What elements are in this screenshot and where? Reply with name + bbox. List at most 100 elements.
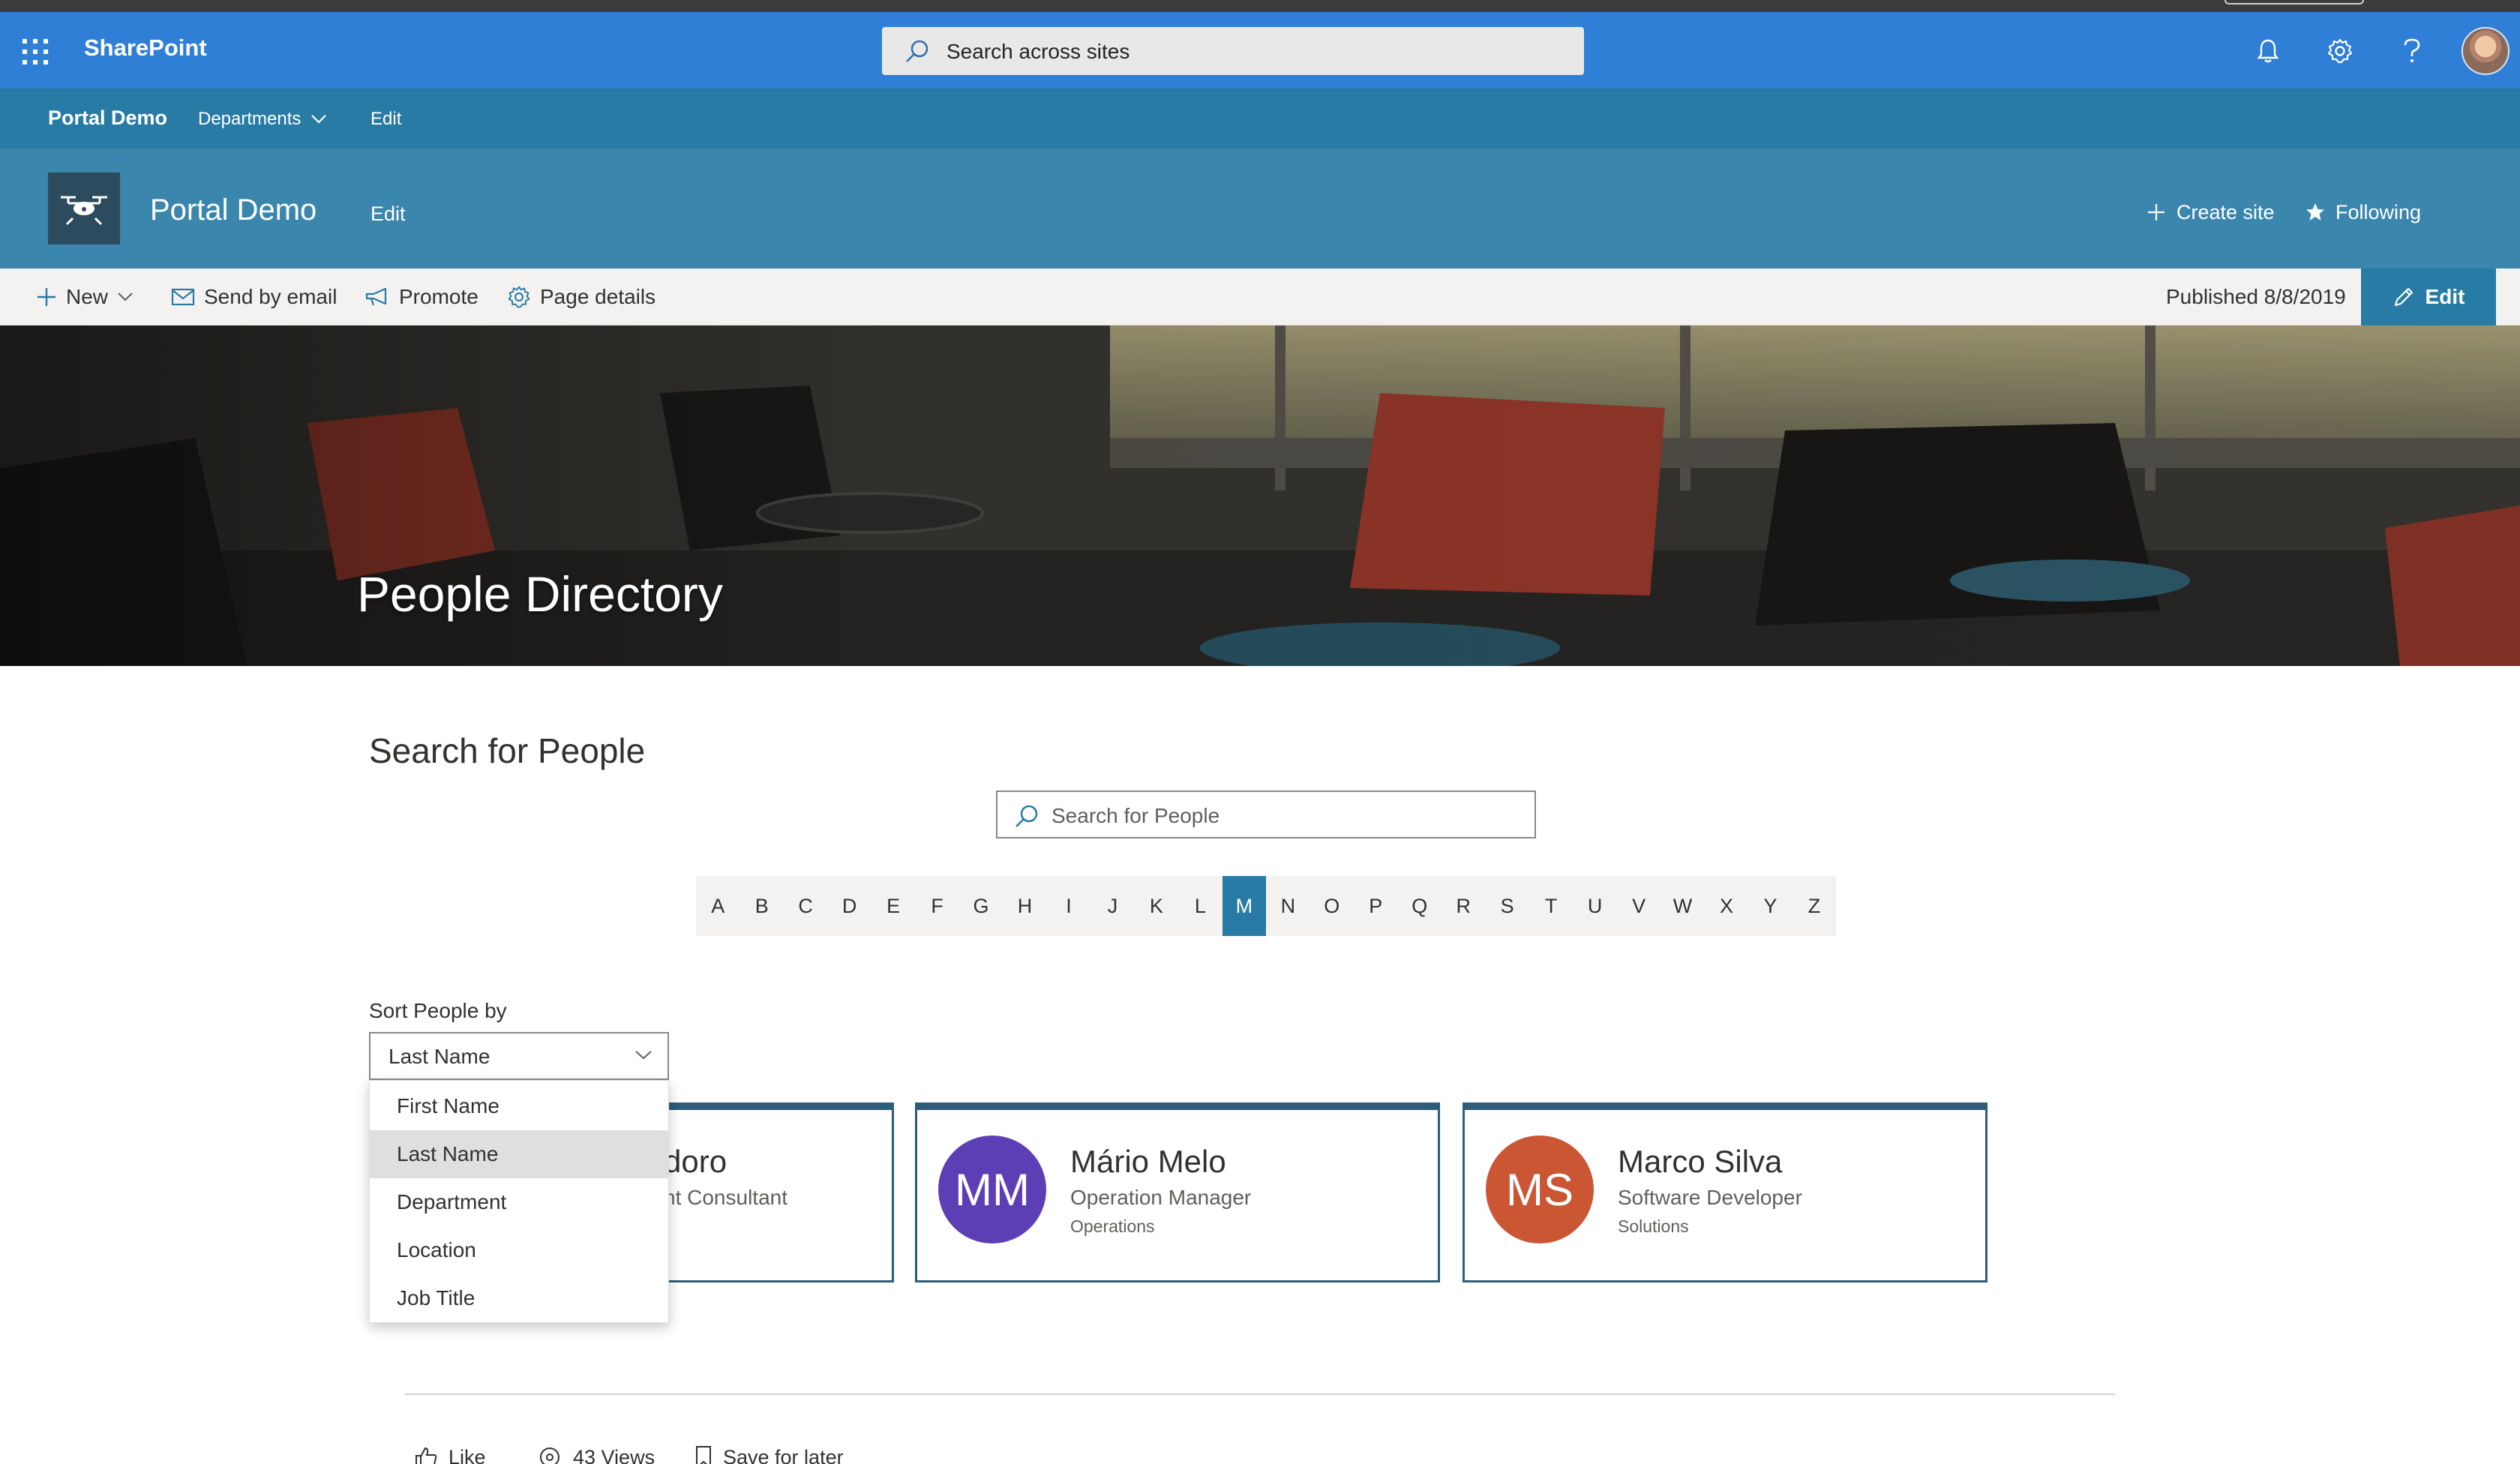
chevron-down-icon	[117, 292, 134, 302]
sort-label: Sort People by	[369, 999, 507, 1022]
hub-navigation: Portal Demo Departments Edit	[0, 88, 2520, 148]
gear-icon[interactable]	[2324, 34, 2356, 68]
hub-home-link[interactable]: Portal Demo	[48, 105, 167, 130]
help-icon[interactable]	[2396, 34, 2428, 68]
alphabet-letter-g[interactable]: G	[959, 876, 1003, 936]
alphabet-letter-s[interactable]: S	[1485, 876, 1528, 936]
person-avatar: MS	[1486, 1136, 1594, 1244]
new-button[interactable]: New	[36, 284, 134, 310]
mail-icon	[171, 288, 195, 306]
site-edit-link[interactable]: Edit	[370, 201, 406, 226]
alphabet-letter-m[interactable]: M	[1222, 876, 1267, 936]
alphabet-letter-b[interactable]: B	[740, 876, 783, 936]
sort-option[interactable]: Location	[370, 1226, 668, 1274]
sort-option[interactable]: Last Name	[370, 1130, 668, 1178]
sort-option[interactable]: First Name	[370, 1082, 668, 1130]
alphabet-letter-t[interactable]: T	[1529, 876, 1573, 936]
page-details-button[interactable]: Page details	[507, 284, 656, 310]
views-label: 43 Views	[573, 1446, 656, 1464]
send-by-email-label: Send by email	[204, 285, 338, 308]
alphabet-letter-v[interactable]: V	[1617, 876, 1660, 936]
alphabet-letter-l[interactable]: L	[1178, 876, 1222, 936]
person-name: Marco Silva	[1618, 1144, 1783, 1179]
alphabet-letter-z[interactable]: Z	[1792, 876, 1836, 936]
hero-banner: People Directory	[0, 326, 2520, 666]
send-by-email-button[interactable]: Send by email	[171, 284, 337, 310]
alphabet-letter-h[interactable]: H	[1003, 876, 1046, 936]
sort-option[interactable]: Job Title	[370, 1274, 668, 1322]
search-icon	[904, 39, 930, 64]
alphabet-letter-p[interactable]: P	[1354, 876, 1397, 936]
views-count: 43 Views	[537, 1444, 655, 1464]
site-title[interactable]: Portal Demo	[150, 192, 316, 228]
published-status: Published 8/8/2019	[2166, 285, 2346, 308]
edit-page-label: Edit	[2425, 285, 2465, 308]
alphabet-letter-i[interactable]: I	[1047, 876, 1090, 936]
save-for-later-label: Save for later	[723, 1446, 844, 1464]
thumbs-up-icon	[414, 1445, 438, 1464]
alphabet-letter-f[interactable]: F	[915, 876, 958, 936]
promote-button[interactable]: Promote	[364, 284, 478, 310]
person-avatar: MM	[938, 1136, 1046, 1244]
site-header: Portal Demo Edit Create site Following	[0, 148, 2520, 268]
following-label: Following	[2336, 201, 2422, 224]
search-icon	[1014, 804, 1040, 830]
bell-icon[interactable]	[2252, 34, 2284, 68]
divider	[405, 1394, 2115, 1395]
hub-edit-link[interactable]: Edit	[370, 106, 401, 132]
people-search-input[interactable]: Search for People	[996, 790, 1536, 838]
person-title: nt Consultant	[664, 1186, 788, 1209]
edit-page-button[interactable]: Edit	[2361, 268, 2496, 326]
create-site-label: Create site	[2176, 201, 2275, 224]
sort-dropdown[interactable]: Last Name	[369, 1032, 669, 1080]
drone-icon[interactable]	[48, 172, 120, 244]
star-icon	[2306, 202, 2325, 222]
eye-icon	[537, 1446, 562, 1464]
browser-tab-pill	[2224, 0, 2364, 4]
alphabet-letter-w[interactable]: W	[1660, 876, 1704, 936]
person-title: Software Developer	[1618, 1186, 1802, 1209]
user-avatar[interactable]	[2462, 27, 2510, 75]
bookmark-icon	[694, 1445, 712, 1464]
promote-label: Promote	[399, 285, 478, 308]
command-bar: New Send by email Promote Page details P…	[0, 268, 2520, 326]
alphabet-letter-y[interactable]: Y	[1748, 876, 1792, 936]
pencil-icon	[2392, 286, 2415, 308]
app-name[interactable]: SharePoint	[84, 33, 207, 63]
like-label: Like	[448, 1446, 486, 1464]
create-site-button[interactable]: Create site	[2146, 200, 2275, 225]
alphabet-letter-n[interactable]: N	[1266, 876, 1310, 936]
alphabet-letter-c[interactable]: C	[784, 876, 827, 936]
gear-icon	[507, 285, 531, 309]
person-title: Operation Manager	[1070, 1186, 1252, 1209]
alphabet-letter-a[interactable]: A	[696, 876, 740, 936]
person-card[interactable]: MS Marco Silva Software Developer Soluti…	[1462, 1102, 1988, 1282]
alphabet-letter-u[interactable]: U	[1573, 876, 1616, 936]
sort-options-list: First Name Last Name Department Location Job…	[369, 1080, 669, 1323]
new-label: New	[66, 285, 109, 308]
alphabet-letter-x[interactable]: X	[1705, 876, 1748, 936]
chevron-down-icon[interactable]	[310, 114, 327, 124]
person-card[interactable]: MM Mário Melo Operation Manager Operatio…	[915, 1102, 1440, 1282]
global-search-box[interactable]: Search across sites	[882, 27, 1584, 75]
alphabet-letter-d[interactable]: D	[827, 876, 871, 936]
following-button[interactable]: Following	[2306, 200, 2421, 225]
alphabet-filter: ABCDEFGHIJKLMNOPQRSTUVWXYZ	[696, 876, 1836, 936]
sort-selected-value: Last Name	[388, 1045, 490, 1068]
like-button[interactable]: Like	[414, 1444, 486, 1464]
save-for-later-button[interactable]: Save for later	[694, 1444, 844, 1464]
megaphone-icon	[364, 287, 390, 307]
hub-departments-menu[interactable]: Departments	[198, 106, 301, 132]
people-search-placeholder: Search for People	[1052, 804, 1220, 827]
sort-option[interactable]: Department	[370, 1178, 668, 1226]
person-name: Mário Melo	[1070, 1144, 1226, 1179]
alphabet-letter-q[interactable]: Q	[1398, 876, 1442, 936]
app-launcher-icon[interactable]	[22, 39, 48, 64]
alphabet-letter-o[interactable]: O	[1310, 876, 1354, 936]
alphabet-letter-r[interactable]: R	[1442, 876, 1485, 936]
hero-title: People Directory	[357, 566, 723, 622]
person-name: doro	[664, 1144, 728, 1179]
alphabet-letter-e[interactable]: E	[872, 876, 915, 936]
alphabet-letter-j[interactable]: J	[1090, 876, 1134, 936]
alphabet-letter-k[interactable]: K	[1135, 876, 1178, 936]
